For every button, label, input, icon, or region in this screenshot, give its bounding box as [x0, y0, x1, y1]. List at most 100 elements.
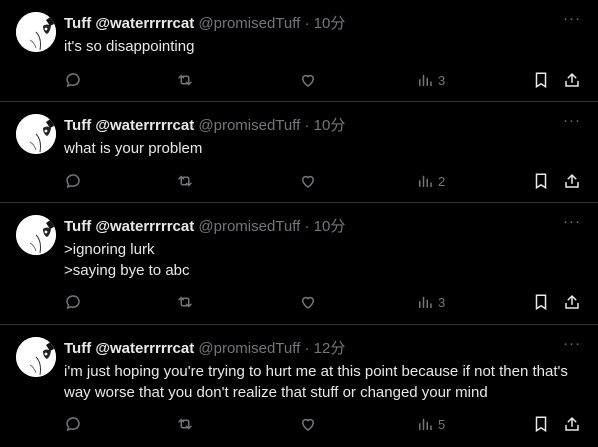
tweet-text: >ignoring lurk >saying bye to abc — [64, 239, 582, 281]
tweet-text-line: way worse that you don't realize that st… — [64, 384, 488, 401]
views-button[interactable]: 5 — [416, 414, 445, 434]
views-count: 3 — [438, 294, 446, 310]
bookmark-button[interactable] — [532, 414, 550, 434]
like-heart-icon — [301, 175, 315, 188]
tweet-actions: 3 — [64, 292, 598, 312]
more-options-button[interactable]: ··· — [562, 213, 582, 235]
separator-dot: · — [304, 218, 310, 235]
views-bar-chart-icon — [419, 175, 432, 187]
tweet-actions: 3 — [64, 70, 598, 90]
reply-icon — [66, 417, 80, 432]
user-handle[interactable]: @promisedTuff — [198, 340, 300, 357]
like-heart-icon — [301, 296, 315, 309]
tweet-text-line: >saying bye to abc — [64, 262, 190, 279]
share-icon — [565, 294, 579, 309]
display-name[interactable]: Tuff @waterrrrrcat — [64, 340, 194, 357]
like-button[interactable] — [299, 171, 317, 191]
retweet-icon — [178, 296, 192, 308]
views-button[interactable]: 3 — [416, 292, 445, 312]
bookmark-button[interactable] — [532, 70, 550, 90]
bookmark-icon — [535, 173, 547, 190]
more-options-button[interactable]: ··· — [562, 10, 582, 32]
user-handle[interactable]: @promisedTuff — [198, 218, 300, 235]
tweet[interactable]: Tuff @waterrrrrcat @promisedTuff · 10分 ·… — [0, 102, 598, 203]
timestamp[interactable]: 10分 — [314, 15, 346, 32]
reply-button[interactable] — [64, 292, 82, 312]
bookmark-icon — [535, 416, 547, 433]
share-icon — [565, 72, 579, 87]
share-button[interactable] — [563, 70, 581, 90]
bookmark-button[interactable] — [532, 292, 550, 312]
share-icon — [565, 173, 579, 188]
like-button[interactable] — [299, 292, 317, 312]
tweet-header: Tuff @waterrrrrcat @promisedTuff · 10分 — [64, 14, 548, 34]
tweet-text-line: >ignoring lurk — [64, 241, 155, 258]
display-name[interactable]: Tuff @waterrrrrcat — [64, 218, 194, 235]
tweet-header: Tuff @waterrrrrcat @promisedTuff · 12分 — [64, 339, 548, 359]
tweet-actions: 2 — [64, 171, 598, 191]
tweet-text: i'm just hoping you're trying to hurt me… — [64, 361, 588, 403]
reply-button[interactable] — [64, 414, 82, 434]
retweet-button[interactable] — [176, 70, 194, 90]
views-count: 2 — [438, 173, 446, 189]
like-heart-icon — [301, 74, 315, 87]
timestamp[interactable]: 12分 — [314, 340, 346, 357]
like-button[interactable] — [299, 414, 317, 434]
views-bar-chart-icon — [419, 296, 432, 308]
more-horizontal-icon: ··· — [563, 213, 581, 230]
like-heart-icon — [301, 418, 315, 431]
tweet-actions: 5 — [64, 414, 598, 434]
retweet-icon — [178, 74, 192, 86]
reply-icon — [66, 73, 80, 88]
more-horizontal-icon: ··· — [563, 10, 581, 27]
retweet-icon — [178, 418, 192, 430]
reply-button[interactable] — [64, 70, 82, 90]
views-button[interactable]: 3 — [416, 70, 445, 90]
tweet-text-line: what is your problem — [64, 140, 203, 157]
tweet-text-line: it's so disappointing — [64, 38, 195, 55]
tweet-header: Tuff @waterrrrrcat @promisedTuff · 10分 — [64, 217, 548, 237]
avatar[interactable] — [16, 337, 56, 377]
avatar[interactable] — [16, 114, 56, 154]
bookmark-button[interactable] — [532, 171, 550, 191]
display-name[interactable]: Tuff @waterrrrrcat — [64, 117, 194, 134]
bookmark-icon — [535, 72, 547, 89]
more-options-button[interactable]: ··· — [562, 335, 582, 357]
more-horizontal-icon: ··· — [563, 112, 581, 129]
avatar[interactable] — [16, 12, 56, 52]
reply-icon — [66, 295, 80, 310]
share-icon — [565, 416, 579, 431]
separator-dot: · — [304, 117, 310, 134]
avatar[interactable] — [16, 215, 56, 255]
share-button[interactable] — [563, 292, 581, 312]
display-name[interactable]: Tuff @waterrrrrcat — [64, 15, 194, 32]
tweet-text: it's so disappointing — [64, 36, 582, 57]
more-horizontal-icon: ··· — [563, 335, 581, 352]
retweet-button[interactable] — [176, 292, 194, 312]
like-button[interactable] — [299, 70, 317, 90]
timestamp[interactable]: 10分 — [314, 117, 346, 134]
retweet-button[interactable] — [176, 414, 194, 434]
separator-dot: · — [304, 340, 310, 357]
bookmark-icon — [535, 294, 547, 311]
tweet-feed: Tuff @waterrrrrcat @promisedTuff · 10分 ·… — [0, 0, 598, 447]
tweet-text: what is your problem — [64, 138, 582, 159]
share-button[interactable] — [563, 171, 581, 191]
tweet[interactable]: Tuff @waterrrrrcat @promisedTuff · 10分 ·… — [0, 203, 598, 325]
views-button[interactable]: 2 — [416, 171, 445, 191]
share-button[interactable] — [563, 414, 581, 434]
views-bar-chart-icon — [419, 418, 432, 430]
retweet-button[interactable] — [176, 171, 194, 191]
timestamp[interactable]: 10分 — [314, 218, 346, 235]
views-count: 3 — [438, 72, 446, 88]
more-options-button[interactable]: ··· — [562, 112, 582, 134]
tweet-text-line: i'm just hoping you're trying to hurt me… — [64, 363, 568, 380]
retweet-icon — [178, 175, 192, 187]
user-handle[interactable]: @promisedTuff — [198, 15, 300, 32]
tweet-header: Tuff @waterrrrrcat @promisedTuff · 10分 — [64, 116, 548, 136]
tweet[interactable]: Tuff @waterrrrrcat @promisedTuff · 10分 ·… — [0, 0, 598, 102]
tweet[interactable]: Tuff @waterrrrrcat @promisedTuff · 12分 ·… — [0, 325, 598, 447]
user-handle[interactable]: @promisedTuff — [198, 117, 300, 134]
reply-button[interactable] — [64, 171, 82, 191]
reply-icon — [66, 174, 80, 189]
